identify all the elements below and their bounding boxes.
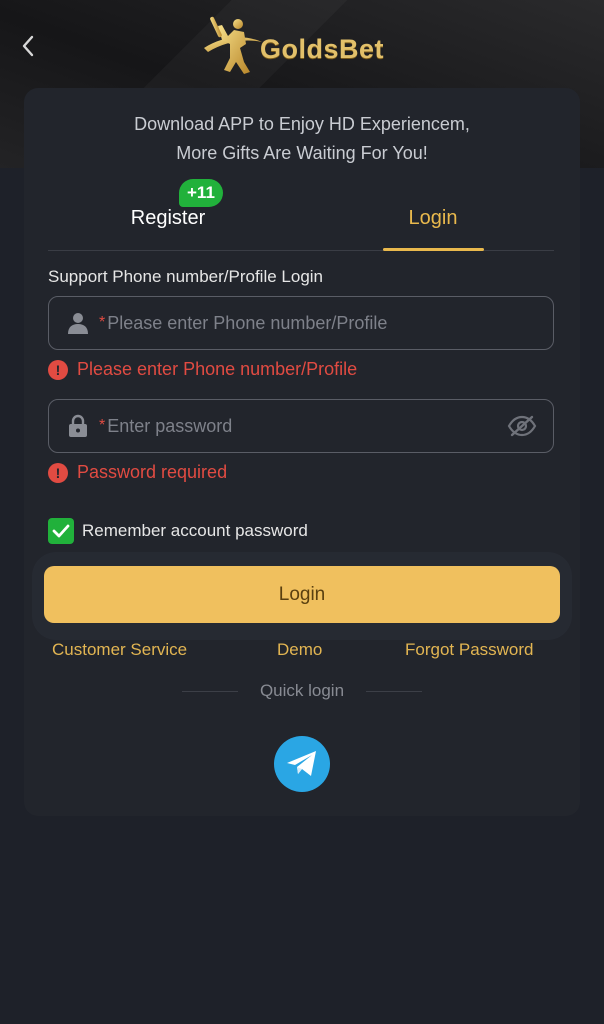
forgot-password-link[interactable]: Forgot Password — [405, 640, 534, 660]
divider-line — [182, 690, 238, 692]
quick-login-label: Quick login — [259, 681, 345, 700]
telegram-icon — [287, 751, 316, 776]
login-card: Download APP to Enjoy HD Experiencem, Mo… — [24, 88, 580, 816]
check-icon — [52, 524, 70, 538]
customer-service-link[interactable]: Customer Service — [52, 640, 187, 660]
eye-off-icon[interactable] — [505, 412, 539, 440]
tab-login-label: Login — [408, 207, 458, 229]
register-bonus-badge: +11 — [179, 179, 223, 207]
brand-name: GoldsBet — [260, 33, 385, 64]
promo-text: Download APP to Enjoy HD Experiencem, Mo… — [24, 110, 580, 168]
demo-link[interactable]: Demo — [277, 640, 322, 660]
user-icon — [65, 310, 91, 336]
lock-icon — [65, 413, 91, 439]
remember-checkbox[interactable] — [48, 518, 74, 544]
password-error-text: Password required — [77, 462, 228, 482]
password-input[interactable] — [107, 415, 505, 437]
promo-line-2: More Gifts Are Waiting For You! — [176, 143, 428, 163]
error-icon: ! — [48, 359, 68, 380]
password-error: ! Password required — [48, 462, 227, 483]
phone-error-text: Please enter Phone number/Profile — [77, 359, 358, 379]
remember-label: Remember account password — [82, 521, 308, 540]
required-asterisk: * — [99, 314, 106, 331]
phone-field[interactable]: * — [48, 296, 554, 350]
remember-password-row: Remember account password — [48, 518, 308, 544]
promo-line-1: Download APP to Enjoy HD Experiencem, — [134, 114, 470, 134]
brand-logo: GoldsBet — [200, 14, 405, 78]
chevron-left-icon — [22, 35, 34, 57]
quick-login-divider: Quick login — [182, 681, 422, 701]
login-button[interactable]: Login — [44, 566, 560, 623]
tab-login[interactable]: Login — [383, 182, 483, 250]
login-method-label: Support Phone number/Profile Login — [48, 267, 324, 286]
phone-input[interactable] — [107, 312, 553, 334]
active-tab-indicator — [383, 248, 484, 251]
error-icon: ! — [48, 462, 68, 483]
phone-error: ! Please enter Phone number/Profile — [48, 359, 357, 380]
tab-register-label: Register — [130, 207, 206, 229]
back-button[interactable] — [12, 30, 44, 62]
required-asterisk: * — [99, 417, 106, 434]
divider-line — [365, 690, 422, 692]
telegram-login-button[interactable] — [274, 736, 330, 792]
cricket-player-icon — [204, 16, 262, 74]
password-field[interactable]: * — [48, 399, 554, 453]
auth-tabs: Register +11 Login — [48, 179, 554, 251]
